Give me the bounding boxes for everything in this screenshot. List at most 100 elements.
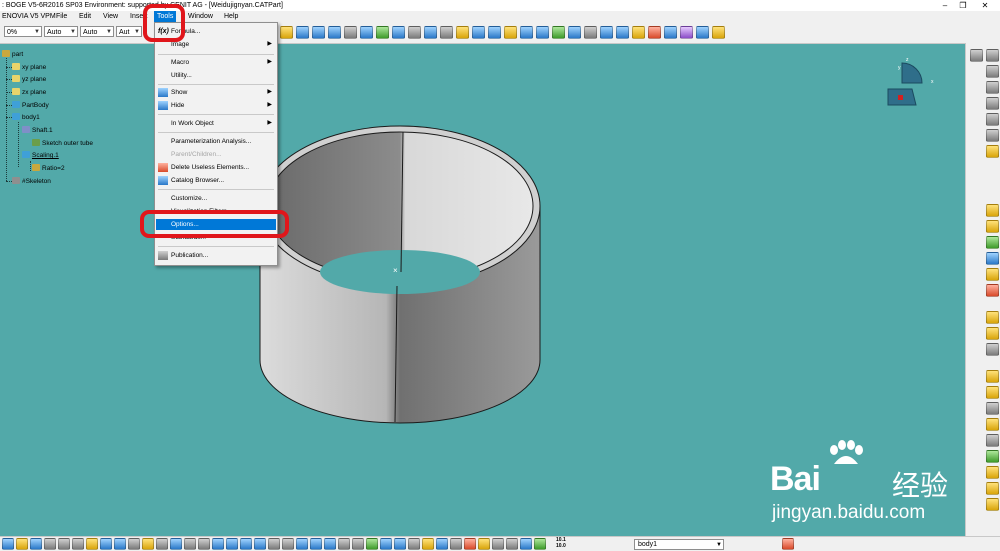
help-icon[interactable] <box>128 538 140 550</box>
fit-all-bottom-icon[interactable] <box>226 538 238 550</box>
new-icon[interactable] <box>2 538 14 550</box>
std-view-icon[interactable] <box>478 538 490 550</box>
update-bottom-icon[interactable] <box>436 538 448 550</box>
material-icon[interactable] <box>366 538 378 550</box>
update-icon[interactable] <box>552 26 565 39</box>
thick-surface-icon[interactable] <box>986 498 999 511</box>
menu-window[interactable]: Window <box>188 11 213 22</box>
paste-icon[interactable] <box>86 538 98 550</box>
law-icon[interactable] <box>198 538 210 550</box>
transform-icon[interactable] <box>986 81 999 94</box>
tree-node-yz-plane[interactable]: yz plane <box>12 75 46 84</box>
multi-view-icon[interactable] <box>376 26 389 39</box>
render-style-icon[interactable] <box>324 538 336 550</box>
undo-bottom-icon[interactable] <box>100 538 112 550</box>
menu-item-publication[interactable]: Publication... <box>156 250 276 261</box>
tree-node-ratio[interactable]: Ratio=2 <box>32 164 65 173</box>
snap-icon[interactable] <box>450 538 462 550</box>
menu-enovia[interactable]: ENOVIA V5 VPM <box>2 11 56 22</box>
sketch-based-icon[interactable] <box>986 49 999 62</box>
shaft-tool-icon[interactable] <box>986 220 999 233</box>
menu-item-macro[interactable]: Macro ▶ <box>156 57 276 68</box>
annotation-icon[interactable] <box>506 538 518 550</box>
shading-icon[interactable] <box>408 26 421 39</box>
paint-icon[interactable] <box>782 538 794 550</box>
tree-node-partbody[interactable]: PartBody <box>12 101 49 110</box>
menu-help[interactable]: Help <box>224 11 238 22</box>
mirror-icon[interactable] <box>986 418 999 431</box>
render-icon[interactable] <box>600 26 613 39</box>
zoom-combo[interactable]: 0% ▼ <box>4 26 42 37</box>
catalog-bottom-icon[interactable] <box>184 538 196 550</box>
tree-node-body1[interactable]: body1 <box>12 113 40 122</box>
sketch-bottom-icon[interactable] <box>394 538 406 550</box>
measure-bottom-icon[interactable] <box>380 538 392 550</box>
compass-icon[interactable]: z x y <box>882 55 942 115</box>
swap-space-icon[interactable] <box>440 26 453 39</box>
close-button[interactable]: ✕ <box>976 0 994 11</box>
boolean-icon[interactable] <box>986 97 999 110</box>
undo-icon[interactable] <box>520 26 533 39</box>
sew-icon[interactable] <box>986 482 999 495</box>
menu-item-utility[interactable]: Utility... <box>156 70 276 81</box>
pan-icon[interactable] <box>312 26 325 39</box>
slot-icon[interactable] <box>986 284 999 297</box>
rotate-icon[interactable] <box>328 26 341 39</box>
dress-up-icon[interactable] <box>986 65 999 78</box>
hide-show-icon[interactable] <box>424 26 437 39</box>
dimension-icon[interactable] <box>492 538 504 550</box>
maximize-button[interactable]: ❐ <box>954 0 972 11</box>
measure-icon[interactable] <box>568 26 581 39</box>
menu-file[interactable]: File <box>56 11 67 22</box>
inertia-icon[interactable] <box>584 26 597 39</box>
cut-icon[interactable] <box>58 538 70 550</box>
layer-combo[interactable]: Aut ▼ <box>116 26 142 37</box>
check-icon[interactable] <box>534 538 546 550</box>
line-icon[interactable] <box>488 26 501 39</box>
table-icon[interactable] <box>170 538 182 550</box>
iso-view-icon[interactable] <box>392 26 405 39</box>
menu-item-in-work-object[interactable]: In Work Object ▶ <box>156 118 276 129</box>
draft-icon[interactable] <box>986 343 999 356</box>
pan-bottom-icon[interactable] <box>240 538 252 550</box>
hole-icon[interactable] <box>986 252 999 265</box>
pattern-icon[interactable] <box>986 434 999 447</box>
line-type-combo[interactable]: Auto ▼ <box>44 26 78 37</box>
swap-bottom-icon[interactable] <box>352 538 364 550</box>
grid-icon[interactable] <box>664 26 677 39</box>
scaling-tool-icon[interactable] <box>986 450 999 463</box>
zoom-in-bottom-icon[interactable] <box>268 538 280 550</box>
menu-item-show[interactable]: Show ▶ <box>156 87 276 98</box>
knowledge-icon[interactable] <box>156 538 168 550</box>
normal-view-icon[interactable] <box>360 26 373 39</box>
menu-item-hide[interactable]: Hide ▶ <box>156 100 276 111</box>
point-icon[interactable] <box>472 26 485 39</box>
plane-icon[interactable] <box>504 26 517 39</box>
hide-show-bottom-icon[interactable] <box>338 538 350 550</box>
menu-edit[interactable]: Edit <box>79 11 91 22</box>
sketch-icon[interactable] <box>456 26 469 39</box>
reference-icon[interactable] <box>986 129 999 142</box>
print-icon[interactable] <box>44 538 56 550</box>
analysis-bottom-icon[interactable] <box>464 538 476 550</box>
groove-icon[interactable] <box>986 236 999 249</box>
zoom-in-icon[interactable] <box>344 26 357 39</box>
axis-bottom-icon[interactable] <box>408 538 420 550</box>
circle-icon[interactable] <box>696 26 709 39</box>
fly-mode-icon[interactable] <box>280 26 293 39</box>
menu-item-customize[interactable]: Customize... <box>156 193 276 204</box>
fly-bottom-icon[interactable] <box>212 538 224 550</box>
tree-node-scaling[interactable]: Scaling.1 <box>22 151 59 160</box>
minimize-button[interactable]: – <box>936 0 954 11</box>
menu-item-parameterization[interactable]: Parameterization Analysis... <box>156 136 276 147</box>
menu-view[interactable]: View <box>103 11 118 22</box>
menu-item-delete-useless[interactable]: Delete Useless Elements... <box>156 162 276 173</box>
tree-node-sketch[interactable]: Sketch outer tube <box>32 139 93 148</box>
sketcher-icon[interactable] <box>632 26 645 39</box>
tree-node-skeleton[interactable]: #Skeleton <box>12 177 51 186</box>
zoom-out-bottom-icon[interactable] <box>282 538 294 550</box>
split-icon[interactable] <box>986 466 999 479</box>
tree-node-xy-plane[interactable]: xy plane <box>12 63 46 72</box>
edit-icon[interactable] <box>712 26 725 39</box>
chamfer-icon[interactable] <box>986 327 999 340</box>
